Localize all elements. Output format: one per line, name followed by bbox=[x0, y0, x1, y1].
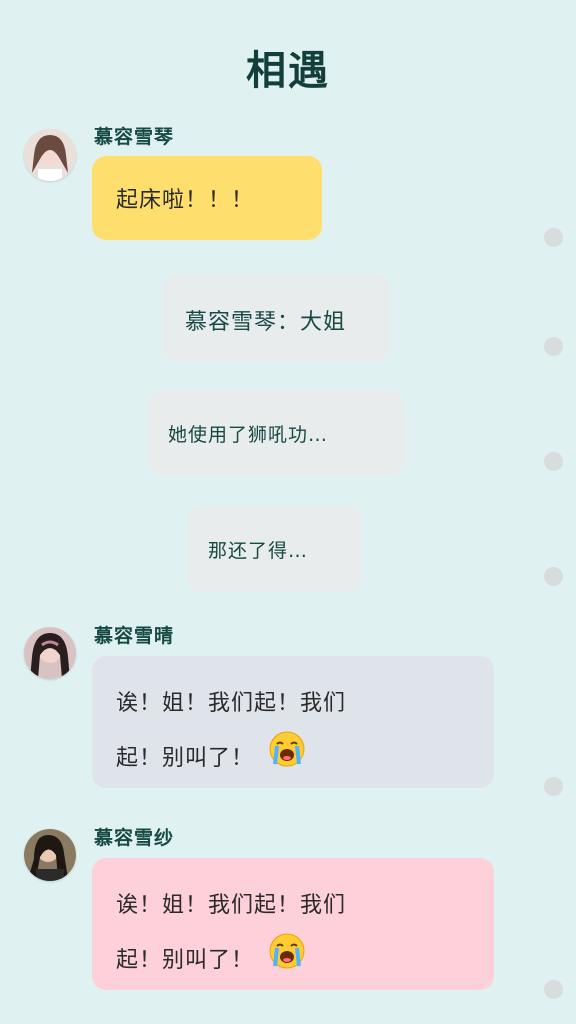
message-bubble[interactable]: 诶！姐！我们起！我们 起！别叫了！ bbox=[92, 656, 494, 788]
avatar[interactable] bbox=[24, 129, 76, 181]
loudly-crying-face-icon bbox=[268, 932, 306, 990]
timeline-dot bbox=[544, 567, 563, 586]
message-text: 起！别叫了！ bbox=[116, 746, 255, 771]
page-title: 相遇 bbox=[246, 47, 330, 94]
narration-bubble[interactable]: 那还了得… bbox=[188, 506, 362, 592]
message-bubble[interactable]: 诶！姐！我们起！我们 起！别叫了！ bbox=[92, 858, 494, 990]
avatar-image bbox=[24, 829, 76, 881]
avatar-image bbox=[24, 627, 76, 679]
timeline-dot bbox=[544, 228, 563, 247]
message-bubble[interactable]: 起床啦！！！ bbox=[92, 156, 322, 240]
message-text: 起床啦！！！ bbox=[116, 188, 255, 213]
avatar[interactable] bbox=[24, 829, 76, 881]
sender-name: 慕容雪琴 bbox=[94, 126, 175, 148]
message-text-line: 诶！姐！我们起！我们 bbox=[116, 691, 347, 716]
sender-name: 慕容雪纱 bbox=[94, 827, 175, 849]
message-text-line: 诶！姐！我们起！我们 bbox=[116, 893, 347, 918]
loudly-crying-face-icon bbox=[268, 730, 306, 788]
message-text: 她使用了狮吼功… bbox=[168, 424, 329, 446]
narration-bubble[interactable]: 她使用了狮吼功… bbox=[148, 390, 404, 476]
avatar-image bbox=[24, 129, 76, 181]
narration-bubble[interactable]: 慕容雪琴：大姐 bbox=[163, 274, 389, 362]
timeline-dot bbox=[544, 337, 563, 356]
timeline-dot bbox=[544, 777, 563, 796]
sender-name: 慕容雪晴 bbox=[94, 625, 175, 647]
message-text: 慕容雪琴：大姐 bbox=[185, 310, 347, 335]
timeline-dot bbox=[544, 980, 563, 999]
message-text: 那还了得… bbox=[208, 540, 309, 562]
timeline-dot bbox=[544, 452, 563, 471]
message-text-line: 起！别叫了！ bbox=[116, 932, 470, 990]
message-text-line: 起！别叫了！ bbox=[116, 730, 470, 788]
avatar[interactable] bbox=[24, 627, 76, 679]
message-text: 起！别叫了！ bbox=[116, 948, 255, 973]
